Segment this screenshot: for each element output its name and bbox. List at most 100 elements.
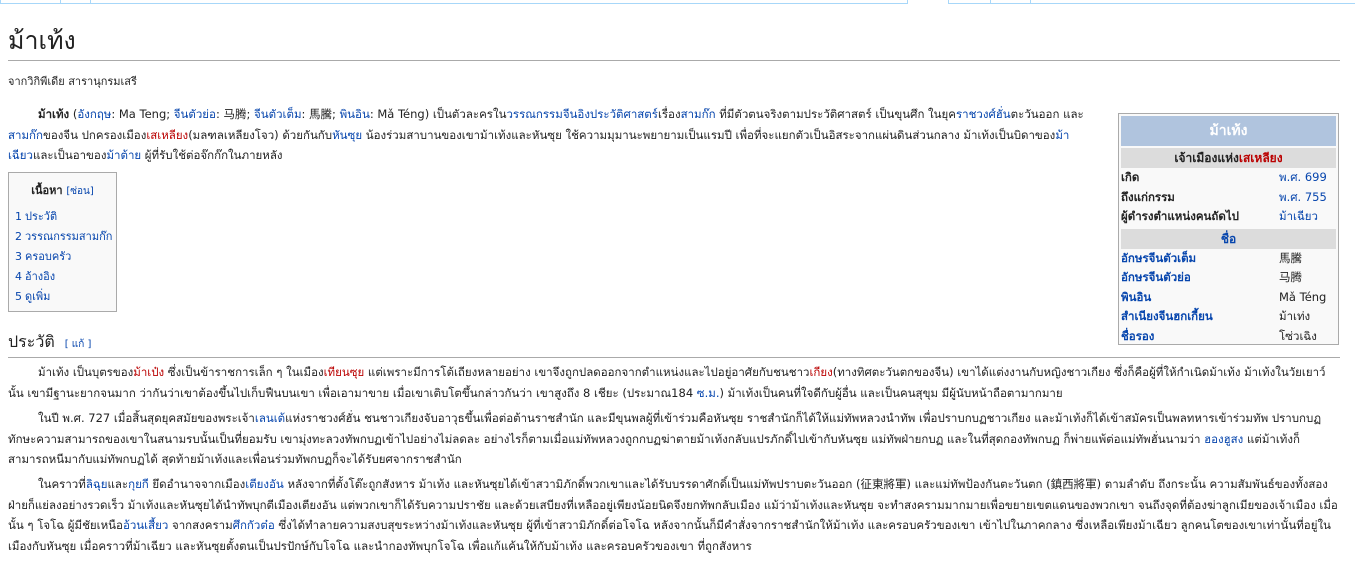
text-run: และเป็นอาของ: [32, 148, 107, 162]
text-run: แต่เพราะมีการโต้เถียงหลายอย่าง เขาจึงถูก…: [364, 365, 810, 379]
inline-link[interactable]: ซ.ม.: [697, 386, 720, 400]
toc-item-label[interactable]: วรรณกรรมสามก๊ก: [25, 230, 112, 243]
infobox-row-label: ผู้ดำรงตำแหน่งคนถัดไป: [1121, 209, 1239, 223]
body-paragraph-2: ในปี พ.ศ. 727 เมื่อสิ้นสุดยุคสมัยของพระเ…: [8, 408, 1340, 470]
infobox-row: ผู้ดำรงตำแหน่งคนถัดไป ม้าเฉียว: [1119, 207, 1338, 227]
toc-item-number: 2: [15, 230, 22, 243]
toc-item[interactable]: 1 ประวัติ: [15, 207, 116, 227]
infobox-row: ถึงแก่กรรม พ.ศ. 755: [1119, 188, 1338, 208]
infobox-row-label[interactable]: พินอิน: [1121, 288, 1279, 308]
inline-link[interactable]: เลนเต้: [255, 411, 285, 425]
section-heading-text: ประวัติ: [8, 332, 55, 351]
inline-link[interactable]: ศึกกัวต๋อ: [233, 518, 275, 532]
infobox-row: อักษรจีนตัวเต็ม 馬騰: [1119, 249, 1338, 269]
infobox-row: อักษรจีนตัวย่อ 马腾: [1119, 268, 1338, 288]
text-run: เรื่อง: [657, 107, 681, 121]
inline-link[interactable]: อังกฤษ: [77, 107, 111, 121]
inline-link[interactable]: จีนตัวย่อ: [174, 107, 216, 121]
inline-link[interactable]: กุยกี: [128, 477, 149, 491]
bold-term: ม้าเท้ง: [38, 107, 70, 121]
toc-heading: เนื้อหา: [31, 184, 63, 197]
toc-item-number: 3: [15, 250, 22, 263]
text-run: ผู้ที่รับใช้ต่อจ๊กก๊กในภายหลัง: [141, 148, 283, 162]
toc-hide-link[interactable]: [ซ่อน]: [66, 186, 93, 197]
infobox-title: ม้าเท้ง: [1121, 116, 1336, 146]
infobox-subtitle: เจ้าเมืองแห่งเสเหลียง: [1121, 148, 1336, 168]
infobox-row-value[interactable]: ม้าเฉียว: [1279, 207, 1336, 227]
text-run: ในคราวที่: [38, 477, 86, 491]
redlink[interactable]: เสเหลียง: [146, 128, 188, 142]
text-run: และ: [107, 477, 129, 491]
inline-link[interactable]: สามก๊ก: [681, 107, 716, 121]
inline-link[interactable]: วรรณกรรมจีนอิงประวัติศาสตร์: [506, 107, 658, 121]
inline-link[interactable]: อ้วนเสี้ยว: [123, 518, 168, 532]
text-run: : Mǎ Téng) เป็นตัวละครใน: [369, 107, 507, 121]
site-subtitle: จากวิกิพีเดีย สารานุกรมเสรี: [8, 75, 137, 88]
body-paragraph-1: ม้าเท้ง เป็นบุตรของม้าเป๋ง ซึ่งเป็นข้ารา…: [8, 362, 1340, 403]
tab-edge: [60, 0, 91, 4]
toc-item[interactable]: 5 ดูเพิ่ม: [15, 287, 116, 307]
infobox: ม้าเท้ง เจ้าเมืองแห่งเสเหลียง เกิด พ.ศ. 6…: [1118, 113, 1339, 345]
infobox-row-label[interactable]: สำเนียงจีนฮกเกี้ยน: [1121, 307, 1279, 327]
inline-link[interactable]: พินอิน: [340, 107, 370, 121]
infobox-row-label: ถึงแก่กรรม: [1121, 189, 1175, 204]
text-run: ม้าเท้ง เป็นบุตรของ: [38, 365, 134, 379]
infobox-row-value: 马腾: [1279, 270, 1302, 284]
inline-link[interactable]: ฮองฮูสง: [1204, 432, 1243, 446]
toc-item-label[interactable]: ครอบครัว: [25, 250, 71, 263]
redlink[interactable]: เกียง: [809, 365, 832, 379]
infobox-subtitle-prefix: เจ้าเมืองแห่ง: [1174, 151, 1239, 165]
infobox-row: เกิด พ.ศ. 699: [1119, 168, 1338, 188]
infobox-subtitle-link[interactable]: เสเหลียง: [1239, 151, 1283, 165]
infobox-row-value[interactable]: พ.ศ. 755: [1279, 188, 1336, 208]
text-run: ยึดอำนาจจากเมือง: [148, 477, 246, 491]
table-of-contents: เนื้อหา [ซ่อน] 1 ประวัติ 2 วรรณกรรมสามก๊ก 3 ค…: [8, 172, 117, 312]
infobox-row: สำเนียงจีนฮกเกี้ยน ม้าเท่ง: [1119, 307, 1338, 327]
text-run: น้องร่วมสาบานของเขาม้าเท้งและหันซุย ใช้ค…: [362, 127, 1056, 142]
inline-link[interactable]: สามก๊ก: [8, 128, 43, 142]
toc-list: 1 ประวัติ 2 วรรณกรรมสามก๊ก 3 ครอบครัว 4 อ้างอิง…: [9, 207, 116, 307]
intro-paragraph: ม้าเท้ง (อังกฤษ: Ma Teng; จีนตัวย่อ: 马腾;…: [8, 104, 1093, 166]
body-paragraph-3: ในคราวที่ลิฉุยและกุยกี ยึดอำนาจจากเมืองเ…: [8, 474, 1340, 556]
tab-edge: [990, 0, 1031, 4]
toc-item[interactable]: 4 อ้างอิง: [15, 267, 116, 287]
text-run: ตะวันออก และ: [1010, 107, 1084, 121]
infobox-row-value: 馬騰: [1279, 250, 1302, 265]
infobox-row-label[interactable]: อักษรจีนตัวเต็ม: [1121, 249, 1279, 269]
tab-edge: [90, 0, 908, 4]
tab-edge: [1030, 0, 1355, 4]
tab-edge: [948, 0, 991, 4]
infobox-row-value: ม้าเท่ง: [1279, 309, 1311, 323]
text-run: ในปี พ.ศ. 727 เมื่อสิ้นสุดยุคสมัยของพระเ…: [38, 411, 255, 425]
infobox-row-label: เกิด: [1121, 170, 1140, 184]
infobox-rows: เกิด พ.ศ. 699 ถึงแก่กรรม พ.ศ. 755 ผู้ดำรงตำแ…: [1119, 168, 1338, 227]
infobox-row-value[interactable]: พ.ศ. 699: [1279, 168, 1336, 188]
toc-item-label[interactable]: ดูเพิ่ม: [25, 290, 50, 303]
redlink[interactable]: ม้าเป๋ง: [133, 365, 164, 379]
toc-item-label[interactable]: ประวัติ: [25, 210, 57, 223]
infobox-row-label[interactable]: อักษรจีนตัวย่อ: [1121, 268, 1279, 288]
text-run: : Ma Teng;: [111, 107, 174, 121]
tab-edge: [0, 0, 61, 4]
inline-link[interactable]: ม้าต้าย: [106, 148, 141, 162]
toc-item-label[interactable]: อ้างอิง: [25, 270, 55, 283]
infobox-name-header[interactable]: ชื่อ: [1121, 228, 1336, 249]
text-run: ) ม้าเท้งเป็นคนที่ใจดีกับผู้อื่น และเป็น…: [719, 385, 1063, 400]
top-tab-bar: [0, 0, 1355, 4]
text-run: ของจีน ปกครองเมือง: [42, 127, 147, 142]
text-run: : 马腾;: [215, 107, 255, 121]
inline-link[interactable]: ราชวงศ์ฮั่น: [956, 107, 1011, 121]
section-edit-link[interactable]: [ แก้ ]: [65, 339, 92, 350]
inline-link[interactable]: ลิฉุย: [86, 477, 108, 491]
inline-link[interactable]: เตียงอัน: [245, 477, 284, 491]
text-run: (มลฑลเหลียงโจว) ด้วยกันกับ: [188, 127, 333, 142]
toc-item-number: 5: [15, 290, 22, 303]
inline-link[interactable]: จีนตัวเต็ม: [254, 107, 302, 121]
toc-item[interactable]: 2 วรรณกรรมสามก๊ก: [15, 227, 116, 247]
text-run: : 馬騰;: [301, 107, 340, 121]
page-title: ม้าเท้ง: [8, 24, 1340, 61]
text-run: ที่มีตัวตนจริงตามประวัติศาสตร์ เป็นขุนศึ…: [715, 107, 956, 121]
redlink[interactable]: เทียนซุย: [324, 365, 365, 379]
inline-link[interactable]: หันซุย: [332, 128, 362, 142]
toc-item[interactable]: 3 ครอบครัว: [15, 247, 116, 267]
